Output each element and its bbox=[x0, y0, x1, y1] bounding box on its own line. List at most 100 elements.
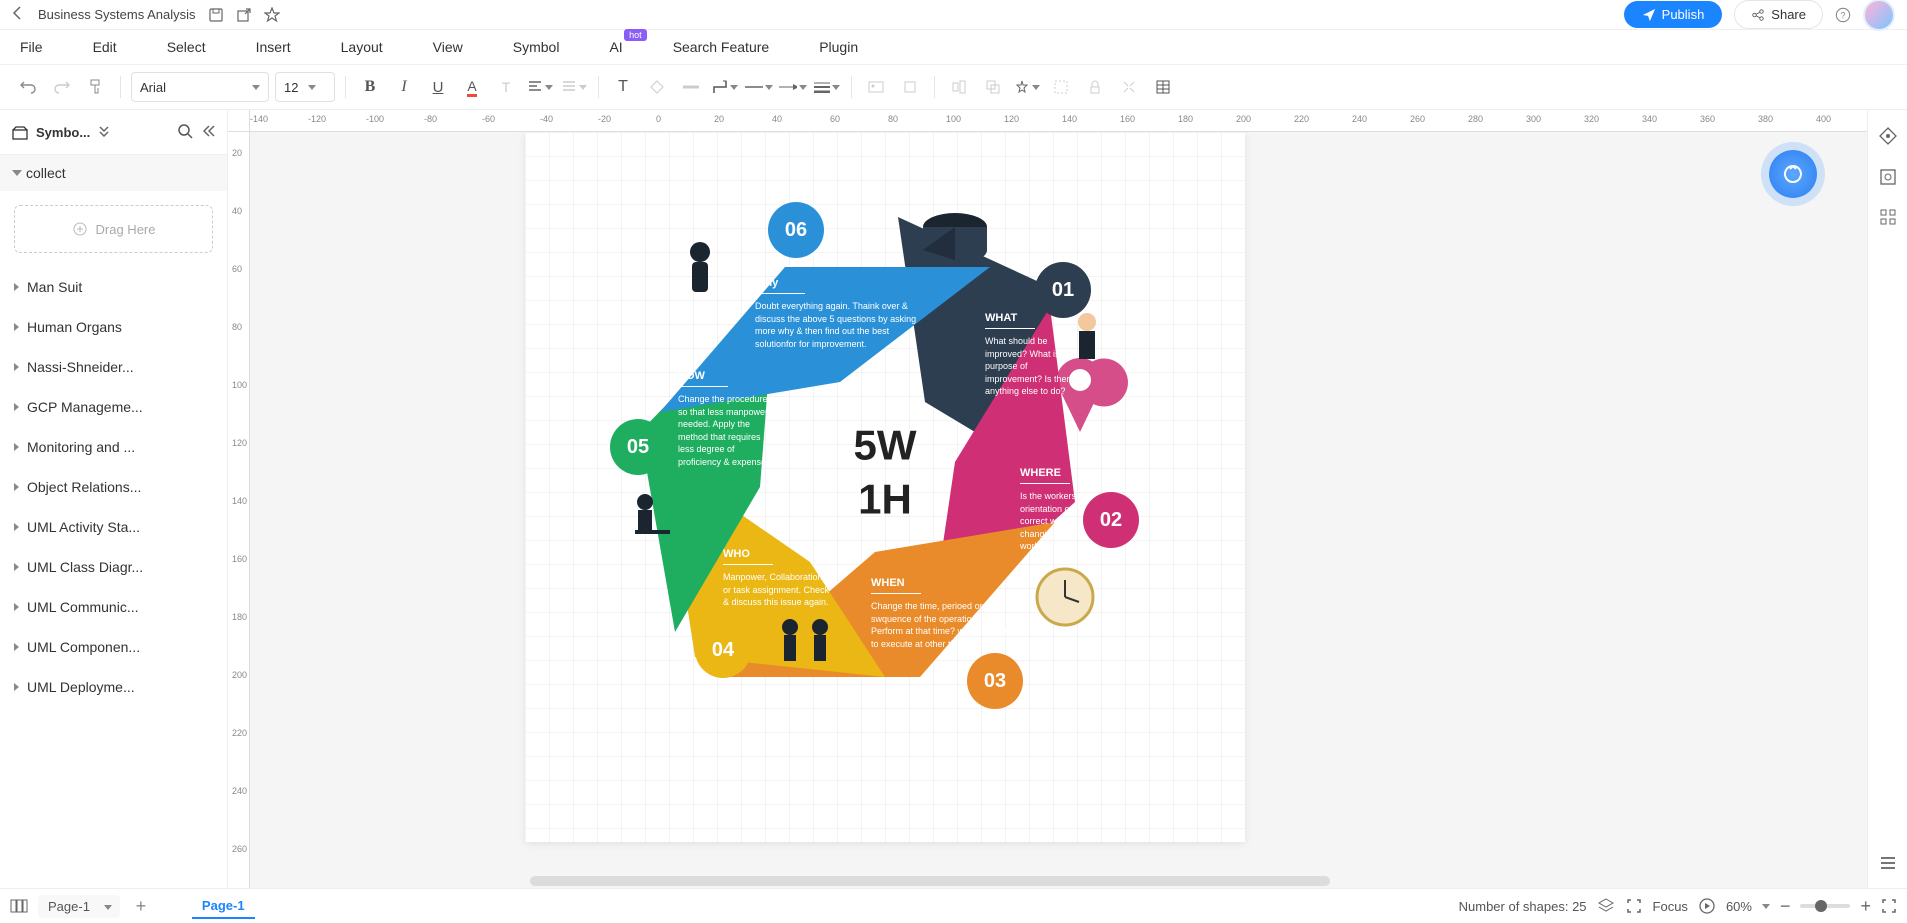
chevrons-down-icon[interactable] bbox=[98, 125, 110, 140]
menu-file[interactable]: File bbox=[20, 39, 43, 55]
zoom-in-button[interactable]: + bbox=[1860, 896, 1871, 917]
circle-04[interactable]: 04 bbox=[695, 622, 751, 678]
tools-button[interactable] bbox=[1115, 73, 1143, 101]
canvas-area[interactable]: -140-120-100-80-60-40-200204060801001201… bbox=[228, 110, 1867, 888]
underline-button[interactable]: U bbox=[424, 73, 452, 101]
sidebar-item[interactable]: GCP Manageme... bbox=[0, 387, 227, 427]
sidebar-collect-section[interactable]: collect bbox=[0, 155, 227, 191]
crop-button[interactable] bbox=[896, 73, 924, 101]
ai-assistant-bubble[interactable] bbox=[1769, 150, 1817, 198]
triangle-down-icon bbox=[12, 170, 22, 176]
image-insert-button[interactable] bbox=[862, 73, 890, 101]
add-page-button[interactable]: + bbox=[130, 895, 152, 917]
circle-05[interactable]: 05 bbox=[610, 419, 666, 475]
circle-03[interactable]: 03 bbox=[967, 653, 1023, 709]
settings-rail-icon[interactable] bbox=[1878, 167, 1898, 190]
menu-layout[interactable]: Layout bbox=[341, 39, 383, 55]
sidebar-item[interactable]: Monitoring and ... bbox=[0, 427, 227, 467]
menu-view[interactable]: View bbox=[433, 39, 463, 55]
font-select[interactable]: Arial bbox=[131, 72, 269, 102]
align-objects-button[interactable] bbox=[945, 73, 973, 101]
apps-icon[interactable] bbox=[1879, 208, 1897, 229]
line-style-button[interactable] bbox=[745, 73, 773, 101]
menu-search-feature[interactable]: Search Feature bbox=[673, 39, 770, 55]
canvas-viewport[interactable]: 5W 1H WHAT What should be improved? What… bbox=[250, 132, 1867, 888]
lock-button[interactable] bbox=[1081, 73, 1109, 101]
italic-button[interactable]: I bbox=[390, 73, 418, 101]
sidebar-item[interactable]: Nassi-Shneider... bbox=[0, 347, 227, 387]
segment-who[interactable]: WHO Manpower, Collaboration or task assi… bbox=[723, 548, 833, 609]
canvas-page[interactable]: 5W 1H WHAT What should be improved? What… bbox=[525, 132, 1245, 842]
zoom-slider[interactable] bbox=[1800, 904, 1850, 908]
arrow-style-button[interactable] bbox=[779, 73, 807, 101]
presentation-icon[interactable] bbox=[1698, 897, 1716, 915]
align-button[interactable] bbox=[526, 73, 554, 101]
sidebar-item[interactable]: Object Relations... bbox=[0, 467, 227, 507]
user-avatar[interactable] bbox=[1863, 0, 1895, 31]
star-icon[interactable] bbox=[264, 7, 280, 23]
menu-ai[interactable]: AI hot bbox=[609, 39, 622, 55]
sidebar-item[interactable]: Human Organs bbox=[0, 307, 227, 347]
clear-format-button[interactable]: T bbox=[492, 73, 520, 101]
ungroup-button[interactable] bbox=[1047, 73, 1075, 101]
drag-here-zone[interactable]: Drag Here bbox=[14, 205, 213, 253]
segment-how[interactable]: HOW Change the procedure so that less ma… bbox=[678, 370, 778, 469]
connector-button[interactable] bbox=[711, 73, 739, 101]
theme-icon[interactable] bbox=[1878, 126, 1898, 149]
sidebar-title: Symbo... bbox=[36, 125, 90, 140]
sidebar-item[interactable]: UML Componen... bbox=[0, 627, 227, 667]
diagram-5w1h[interactable]: 5W 1H WHAT What should be improved? What… bbox=[525, 132, 1245, 842]
list-rail-icon[interactable] bbox=[1879, 855, 1897, 874]
table-button[interactable] bbox=[1149, 73, 1177, 101]
collapse-sidebar-icon[interactable] bbox=[201, 124, 215, 141]
sidebar-item[interactable]: UML Communic... bbox=[0, 587, 227, 627]
sidebar-item[interactable]: UML Deployme... bbox=[0, 667, 227, 707]
font-color-button[interactable]: A bbox=[458, 73, 486, 101]
circle-06[interactable]: 06 bbox=[768, 202, 824, 258]
sidebar-item[interactable]: UML Class Diagr... bbox=[0, 547, 227, 587]
save-icon[interactable] bbox=[208, 7, 224, 23]
circle-01[interactable]: 01 bbox=[1035, 262, 1091, 318]
share-button[interactable]: Share bbox=[1734, 0, 1823, 29]
menu-select[interactable]: Select bbox=[167, 39, 206, 55]
back-icon[interactable] bbox=[12, 6, 26, 23]
layers-icon[interactable] bbox=[1597, 897, 1615, 915]
format-painter-button[interactable] bbox=[82, 73, 110, 101]
undo-button[interactable] bbox=[14, 73, 42, 101]
redo-button[interactable] bbox=[48, 73, 76, 101]
zoom-out-button[interactable]: − bbox=[1780, 896, 1791, 917]
circle-02[interactable]: 02 bbox=[1083, 492, 1139, 548]
menu-edit[interactable]: Edit bbox=[93, 39, 117, 55]
sidebar-item[interactable]: Man Suit bbox=[0, 267, 227, 307]
menu-symbol[interactable]: Symbol bbox=[513, 39, 560, 55]
search-icon[interactable] bbox=[177, 123, 193, 142]
bold-button[interactable]: B bbox=[356, 73, 384, 101]
sidebar-item[interactable]: UML Activity Sta... bbox=[0, 507, 227, 547]
effects-button[interactable] bbox=[1013, 73, 1041, 101]
fullscreen-icon[interactable] bbox=[1881, 898, 1897, 914]
page-tab[interactable]: Page-1 bbox=[192, 894, 255, 919]
menu-plugin[interactable]: Plugin bbox=[819, 39, 858, 55]
segment-when[interactable]: WHEN Change the time, perioed or swquenc… bbox=[871, 577, 1021, 650]
page-select[interactable]: Page-1 bbox=[38, 895, 120, 918]
segment-why[interactable]: Why Doubt everything again. Thaink over … bbox=[755, 277, 925, 350]
text-tool-button[interactable]: T bbox=[609, 73, 637, 101]
help-icon[interactable]: ? bbox=[1835, 7, 1851, 23]
export-icon[interactable] bbox=[236, 7, 252, 23]
line-weight-button[interactable] bbox=[813, 73, 841, 101]
line-color-button[interactable] bbox=[677, 73, 705, 101]
line-spacing-button[interactable] bbox=[560, 73, 588, 101]
focus-icon[interactable] bbox=[1625, 897, 1643, 915]
group-button[interactable] bbox=[979, 73, 1007, 101]
publish-button[interactable]: Publish bbox=[1624, 1, 1723, 28]
segment-what[interactable]: WHAT What should be improved? What is th… bbox=[985, 312, 1085, 398]
zoom-value[interactable]: 60% bbox=[1726, 899, 1752, 914]
pages-icon[interactable] bbox=[10, 898, 28, 914]
focus-label[interactable]: Focus bbox=[1653, 899, 1688, 914]
document-title: Business Systems Analysis bbox=[38, 7, 196, 22]
horizontal-scrollbar[interactable] bbox=[530, 876, 1330, 886]
font-size-select[interactable]: 12 bbox=[275, 72, 335, 102]
fill-button[interactable] bbox=[643, 73, 671, 101]
main: Symbo... collect Drag Here Man Suit Huma… bbox=[0, 110, 1907, 888]
menu-insert[interactable]: Insert bbox=[256, 39, 291, 55]
